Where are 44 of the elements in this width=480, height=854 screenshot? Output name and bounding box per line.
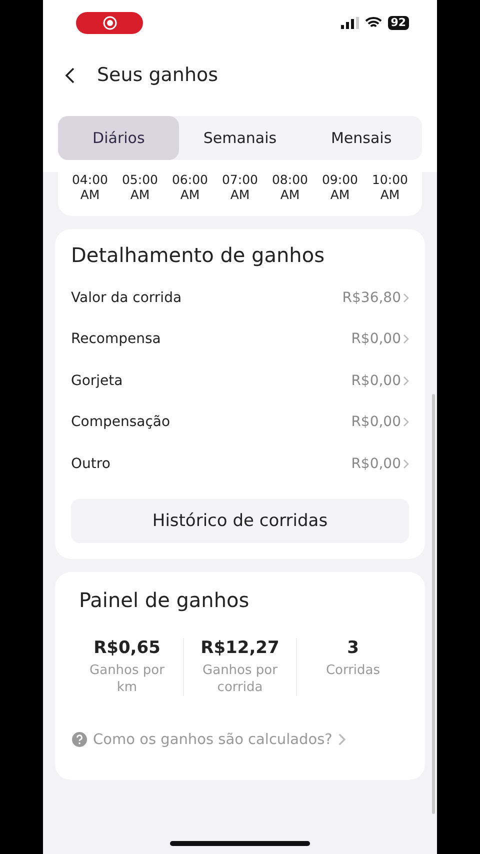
time-label: 04:00 AM xyxy=(70,172,110,202)
time-label: 05:00 AM xyxy=(120,172,160,202)
battery-level: 92 xyxy=(388,16,409,30)
stat-value: 3 xyxy=(347,638,359,658)
time-label: 07:00 AM xyxy=(220,172,260,202)
chevron-right-icon xyxy=(403,417,409,428)
chevron-right-icon xyxy=(403,292,409,303)
time-label: 09:00 AM xyxy=(320,172,360,202)
earning-label: Compensação xyxy=(71,414,170,430)
recording-indicator[interactable] xyxy=(76,12,143,34)
earning-value[interactable]: R$36,80 xyxy=(342,290,409,306)
period-tab[interactable]: Diários xyxy=(58,116,180,160)
ride-history-button[interactable]: Histórico de corridas xyxy=(71,498,409,542)
chevron-right-icon xyxy=(403,376,409,386)
time-label: 10:00 AM xyxy=(370,172,410,202)
signal-icon xyxy=(340,17,359,29)
stat-value: R$12,27 xyxy=(200,638,280,658)
section-title: Painel de ganhos xyxy=(79,588,250,612)
earning-label: Outro xyxy=(71,456,110,472)
wifi-icon xyxy=(364,17,382,29)
earning-value[interactable]: R$0,00 xyxy=(351,372,409,389)
earning-value[interactable]: R$0,00 xyxy=(351,331,409,348)
stat-value: R$0,65 xyxy=(94,638,160,658)
stat-label: Corridas xyxy=(326,662,380,678)
help-icon xyxy=(72,732,87,747)
stat-label: Ganhos por corrida xyxy=(202,662,278,696)
earning-label: Valor da corrida xyxy=(71,290,182,306)
chevron-right-icon xyxy=(338,733,346,746)
chevron-right-icon xyxy=(403,334,409,344)
help-link[interactable]: Como os ganhos são calculados? xyxy=(72,732,401,748)
record-icon xyxy=(102,16,116,30)
period-tab[interactable]: Semanais xyxy=(179,116,301,160)
section-title: Detalhamento de ganhos xyxy=(71,243,326,267)
time-label: 06:00 AM xyxy=(170,172,210,202)
back-button[interactable] xyxy=(65,66,75,84)
earning-label: Gorjeta xyxy=(71,372,123,389)
chevron-right-icon xyxy=(403,458,409,469)
earning-value[interactable]: R$0,00 xyxy=(351,456,409,472)
period-tab[interactable]: Mensais xyxy=(300,116,422,160)
time-label: 08:00 AM xyxy=(270,172,310,202)
earning-value[interactable]: R$0,00 xyxy=(351,414,409,430)
page-title: Seus ganhos xyxy=(97,64,218,86)
earning-label: Recompensa xyxy=(71,331,161,348)
stat-label: Ganhos por km xyxy=(88,662,166,696)
